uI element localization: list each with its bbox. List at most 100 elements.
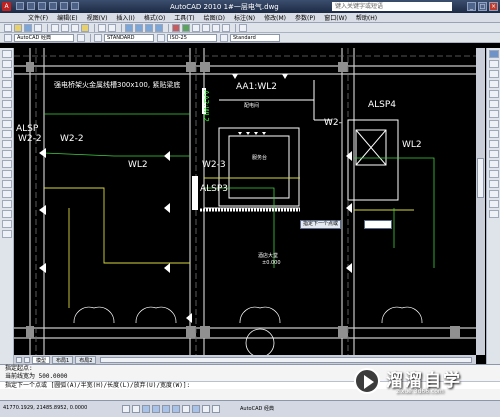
horizontal-scrollbar[interactable] [100, 356, 472, 363]
mtext-icon[interactable] [1, 230, 12, 238]
menu-file[interactable]: 文件(F) [28, 13, 48, 22]
zoom-realtime-icon[interactable] [135, 23, 143, 32]
make-block-icon[interactable] [1, 170, 12, 178]
new-icon[interactable] [16, 2, 24, 10]
design-center-icon[interactable] [182, 23, 190, 32]
line-icon[interactable] [1, 50, 12, 58]
autocad-app-icon[interactable]: A [2, 2, 11, 11]
cut-icon[interactable] [51, 23, 59, 32]
tab-layout1[interactable]: 布局1 [52, 355, 74, 364]
polyline-icon[interactable] [1, 70, 12, 78]
copy-object-icon[interactable] [488, 60, 499, 68]
close-button[interactable]: × [489, 2, 498, 11]
rectangle-icon[interactable] [1, 90, 12, 98]
break-icon[interactable] [488, 170, 499, 178]
open-icon[interactable] [27, 2, 35, 10]
match-properties-icon[interactable] [81, 23, 89, 32]
undo-icon[interactable] [98, 23, 106, 32]
quickcalc-icon[interactable] [222, 23, 230, 32]
spline-icon[interactable] [1, 130, 12, 138]
tab-nav-first-icon[interactable] [16, 356, 22, 363]
save-icon[interactable] [38, 2, 46, 10]
drawing-canvas[interactable]: 强电桥架火金属线槽300x100, 紧贴梁底 AA1:WL2 AA2:WL2 配… [14, 48, 476, 355]
help-icon[interactable] [239, 23, 247, 32]
markup-icon[interactable] [212, 23, 220, 32]
redo-icon[interactable] [108, 23, 116, 32]
tool-palettes-icon[interactable] [192, 23, 200, 32]
break-at-point-icon[interactable] [488, 160, 499, 168]
save-icon[interactable] [24, 23, 32, 32]
hatch-icon[interactable] [1, 190, 12, 198]
workspace-status[interactable]: AutoCAD 经典 [240, 405, 274, 412]
move-icon[interactable] [488, 100, 499, 108]
copy-icon[interactable] [61, 23, 69, 32]
new-icon[interactable] [4, 23, 12, 32]
redo-icon[interactable] [60, 2, 68, 10]
tab-layout2[interactable]: 布局2 [75, 355, 97, 364]
tab-nav-prev-icon[interactable] [24, 356, 30, 363]
pan-icon[interactable] [125, 23, 133, 32]
revision-cloud-icon[interactable] [1, 120, 12, 128]
menu-help[interactable]: 帮助(H) [356, 13, 377, 22]
properties-icon[interactable] [172, 23, 180, 32]
explode-icon[interactable] [488, 210, 499, 218]
construction-line-icon[interactable] [1, 60, 12, 68]
scroll-thumb[interactable] [477, 158, 484, 198]
sheet-set-icon[interactable] [202, 23, 210, 32]
lwt-toggle[interactable] [202, 405, 210, 413]
arc-icon[interactable] [1, 100, 12, 108]
insert-block-icon[interactable] [1, 160, 12, 168]
trim-icon[interactable] [488, 140, 499, 148]
join-icon[interactable] [488, 180, 499, 188]
fillet-icon[interactable] [488, 200, 499, 208]
extend-icon[interactable] [488, 150, 499, 158]
circle-icon[interactable] [1, 110, 12, 118]
table-icon[interactable] [1, 220, 12, 228]
minimize-button[interactable]: _ [467, 2, 476, 11]
undo-icon[interactable] [49, 2, 57, 10]
mirror-icon[interactable] [488, 70, 499, 78]
snap-toggle[interactable] [122, 405, 130, 413]
qp-toggle[interactable] [212, 405, 220, 413]
menu-draw[interactable]: 绘图(D) [204, 13, 225, 22]
ellipse-arc-icon[interactable] [1, 150, 12, 158]
menu-window[interactable]: 窗口(W) [324, 13, 347, 22]
zoom-window-icon[interactable] [145, 23, 153, 32]
menu-tools[interactable]: 工具(T) [174, 13, 194, 22]
open-icon[interactable] [14, 23, 22, 32]
menu-dimension[interactable]: 标注(N) [234, 13, 255, 22]
erase-icon[interactable] [488, 50, 499, 58]
array-icon[interactable] [488, 90, 499, 98]
otrack-toggle[interactable] [172, 405, 180, 413]
stretch-icon[interactable] [488, 130, 499, 138]
maximize-button[interactable]: □ [478, 2, 487, 11]
polygon-icon[interactable] [1, 80, 12, 88]
ellipse-icon[interactable] [1, 140, 12, 148]
polar-toggle[interactable] [152, 405, 160, 413]
paste-icon[interactable] [71, 23, 79, 32]
ducs-toggle[interactable] [182, 405, 190, 413]
menu-insert[interactable]: 插入(I) [116, 13, 134, 22]
print-icon[interactable] [34, 23, 42, 32]
menu-parametric[interactable]: 参数(P) [295, 13, 315, 22]
search-input[interactable]: 键入关键字或短语 [332, 2, 452, 11]
region-icon[interactable] [1, 210, 12, 218]
menu-view[interactable]: 视图(V) [87, 13, 108, 22]
dyn-toggle[interactable] [192, 405, 200, 413]
tab-model[interactable]: 模型 [32, 355, 51, 364]
grid-toggle[interactable] [132, 405, 140, 413]
gradient-icon[interactable] [1, 200, 12, 208]
dynamic-input-field[interactable] [364, 220, 392, 229]
plot-icon[interactable] [71, 2, 79, 10]
chamfer-icon[interactable] [488, 190, 499, 198]
menu-edit[interactable]: 编辑(E) [57, 13, 77, 22]
ortho-toggle[interactable] [142, 405, 150, 413]
rotate-icon[interactable] [488, 110, 499, 118]
scale-icon[interactable] [488, 120, 499, 128]
vertical-scrollbar[interactable] [476, 48, 485, 355]
osnap-toggle[interactable] [162, 405, 170, 413]
zoom-previous-icon[interactable] [155, 23, 163, 32]
menu-modify[interactable]: 修改(M) [264, 13, 286, 22]
menu-format[interactable]: 格式(O) [144, 13, 165, 22]
offset-icon[interactable] [488, 80, 499, 88]
